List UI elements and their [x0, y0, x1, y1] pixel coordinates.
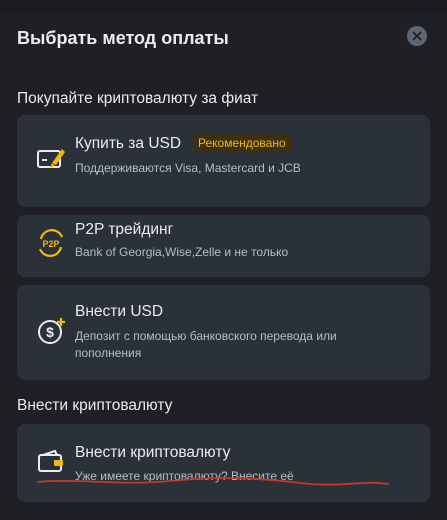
deposit-crypto-description: Уже имеете криптовалюту? Внесите её: [75, 469, 294, 483]
deposit-usd-label: Внести USD: [75, 303, 164, 320]
buy-usd-description: Поддерживаются Visa, Mastercard и JCB: [75, 161, 301, 175]
p2p-description: Bank of Georgia,Wise,Zelle и не только: [75, 245, 289, 259]
dollar-plus-icon: $: [38, 318, 65, 344]
buy-usd-option[interactable]: Купить за USD Рекомендовано Поддерживают…: [17, 115, 430, 207]
deposit-crypto-option[interactable]: Внести криптовалюту Уже имеете криптовал…: [17, 424, 430, 502]
deposit-usd-description-line1: Депозит с помощью банковского перевода и…: [75, 329, 337, 343]
p2p-trading-option[interactable]: P2P P2P трейдинг Bank of Georgia,Wise,Ze…: [17, 215, 430, 277]
top-strip: [0, 0, 447, 14]
wallet-icon: [38, 449, 63, 472]
deposit-crypto-label: Внести криптовалюту: [75, 444, 231, 461]
card-rocket-icon: [37, 149, 65, 168]
deposit-usd-option[interactable]: $ Внести USD Депозит с помощью банковско…: [17, 285, 430, 380]
deposit-usd-description-line2: пополнения: [75, 346, 142, 360]
p2p-icon-text: P2P: [42, 239, 59, 249]
buy-usd-label: Купить за USD: [75, 135, 182, 152]
close-button[interactable]: [407, 26, 427, 46]
svg-text:$: $: [46, 324, 54, 340]
page-title: Выбрать метод оплаты: [17, 28, 229, 48]
close-icon: [412, 31, 422, 41]
fiat-section-title: Покупайте криптовалюту за фиат: [17, 90, 259, 107]
p2p-icon: P2P: [38, 229, 64, 257]
recommended-badge: Рекомендовано: [193, 134, 291, 152]
p2p-label: P2P трейдинг: [75, 221, 174, 238]
crypto-section-title: Внести криптовалюту: [17, 397, 173, 414]
